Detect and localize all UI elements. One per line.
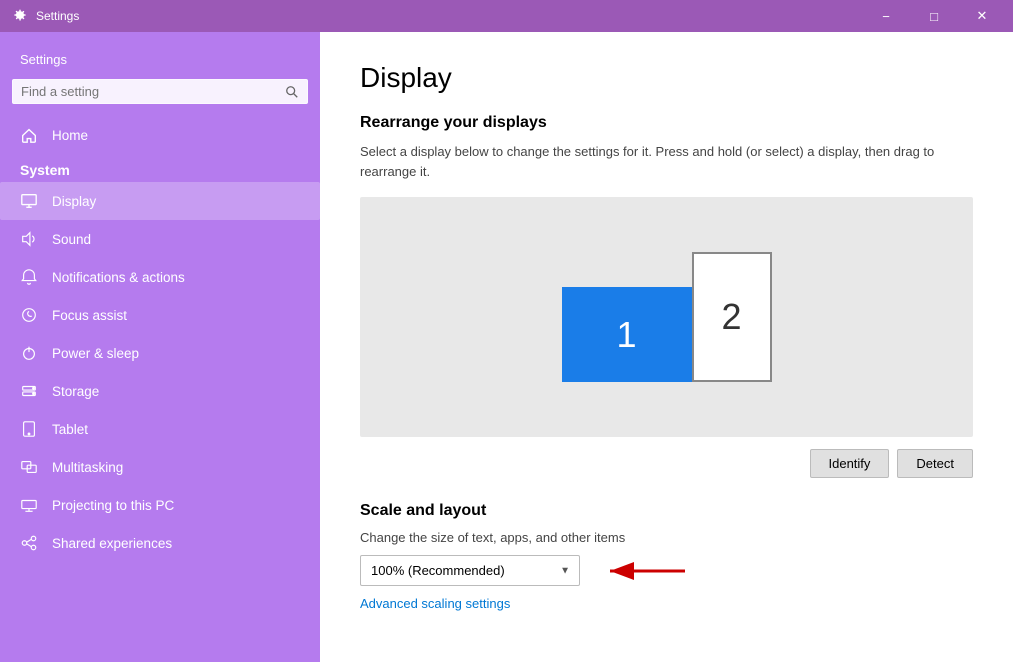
title-bar: Settings − □ ✕	[0, 0, 1013, 32]
arrow-indicator	[600, 556, 690, 586]
sidebar-item-multitasking[interactable]: Multitasking	[0, 448, 320, 486]
sound-icon	[20, 230, 38, 248]
home-icon	[20, 126, 38, 144]
settings-icon	[12, 8, 28, 24]
sidebar-item-tablet[interactable]: Tablet	[0, 410, 320, 448]
storage-icon	[20, 382, 38, 400]
sidebar-item-focus-label: Focus assist	[52, 308, 127, 323]
sidebar-item-tablet-label: Tablet	[52, 422, 88, 437]
projecting-icon	[20, 496, 38, 514]
sidebar-item-notifications[interactable]: Notifications & actions	[0, 258, 320, 296]
power-icon	[20, 344, 38, 362]
rearrange-title: Rearrange your displays	[360, 114, 973, 132]
red-arrow-icon	[600, 556, 690, 586]
title-bar-title: Settings	[36, 9, 79, 23]
detect-button[interactable]: Detect	[897, 449, 973, 478]
scale-row: 100% (Recommended)125%150%175% ▼	[360, 555, 973, 586]
maximize-button[interactable]: □	[911, 0, 957, 32]
sidebar: Settings Home System Display	[0, 32, 320, 662]
close-button[interactable]: ✕	[959, 0, 1005, 32]
scale-dropdown[interactable]: 100% (Recommended)125%150%175%	[360, 555, 580, 586]
display-preview[interactable]: 1 2	[360, 197, 973, 437]
monitor-1[interactable]: 1	[562, 287, 692, 382]
sidebar-item-sound[interactable]: Sound	[0, 220, 320, 258]
title-bar-left: Settings	[12, 8, 79, 24]
sidebar-item-display-label: Display	[52, 194, 96, 209]
sidebar-item-focus[interactable]: Focus assist	[0, 296, 320, 334]
sidebar-item-storage-label: Storage	[52, 384, 99, 399]
minimize-button[interactable]: −	[863, 0, 909, 32]
sidebar-item-shared-label: Shared experiences	[52, 536, 172, 551]
scale-dropdown-wrapper: 100% (Recommended)125%150%175% ▼	[360, 555, 580, 586]
sidebar-system-label: System	[0, 154, 320, 182]
sidebar-item-power[interactable]: Power & sleep	[0, 334, 320, 372]
focus-icon	[20, 306, 38, 324]
notifications-icon	[20, 268, 38, 286]
monitor-group: 1 2	[562, 252, 772, 382]
search-icon	[285, 85, 299, 99]
rearrange-desc: Select a display below to change the set…	[360, 142, 973, 181]
display-actions: Identify Detect	[360, 449, 973, 478]
sidebar-item-shared[interactable]: Shared experiences	[0, 524, 320, 562]
scale-title: Scale and layout	[360, 502, 973, 520]
sidebar-item-projecting[interactable]: Projecting to this PC	[0, 486, 320, 524]
display-icon	[20, 192, 38, 210]
sidebar-item-projecting-label: Projecting to this PC	[52, 498, 174, 513]
monitor-2-label: 2	[721, 296, 741, 338]
multitasking-icon	[20, 458, 38, 476]
sidebar-item-storage[interactable]: Storage	[0, 372, 320, 410]
advanced-scaling-link[interactable]: Advanced scaling settings	[360, 596, 510, 611]
sidebar-item-power-label: Power & sleep	[52, 346, 139, 361]
sidebar-item-home[interactable]: Home	[0, 116, 320, 154]
shared-icon	[20, 534, 38, 552]
monitor-2[interactable]: 2	[692, 252, 772, 382]
sidebar-item-home-label: Home	[52, 128, 88, 143]
search-box[interactable]	[12, 79, 308, 104]
title-bar-controls: − □ ✕	[863, 0, 1005, 32]
sidebar-item-multitasking-label: Multitasking	[52, 460, 123, 475]
main-layout: Settings Home System Display	[0, 32, 1013, 662]
sidebar-item-display[interactable]: Display	[0, 182, 320, 220]
content-area: Display Rearrange your displays Select a…	[320, 32, 1013, 662]
scale-desc: Change the size of text, apps, and other…	[360, 530, 973, 545]
page-title: Display	[360, 62, 973, 94]
tablet-icon	[20, 420, 38, 438]
sidebar-app-title: Settings	[0, 32, 320, 79]
search-input[interactable]	[21, 84, 285, 99]
monitor-1-label: 1	[616, 314, 636, 356]
sidebar-item-sound-label: Sound	[52, 232, 91, 247]
sidebar-item-notifications-label: Notifications & actions	[52, 270, 185, 285]
identify-button[interactable]: Identify	[810, 449, 890, 478]
